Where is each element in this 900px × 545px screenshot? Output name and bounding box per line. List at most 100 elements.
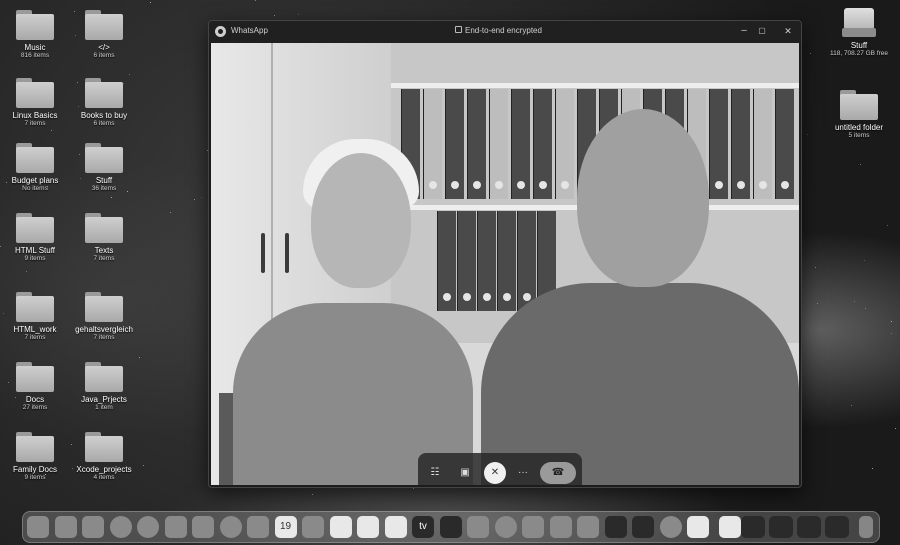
- numbers-icon[interactable]: [549, 516, 572, 538]
- desktop-icon-code[interactable]: </> 6 items: [69, 10, 139, 60]
- desktop-icon-docs[interactable]: Docs 27 items: [0, 362, 70, 412]
- desktop-icon-html-stuff[interactable]: HTML Stuff 9 items: [0, 213, 70, 263]
- launchpad-icon[interactable]: [54, 516, 77, 538]
- trash-app-thumb[interactable]: [719, 516, 741, 538]
- desktop-icon-books-to-buy[interactable]: Books to buy 6 items: [69, 78, 139, 128]
- desktop-icon-count: 4 items: [93, 474, 115, 481]
- apple-tv-icon[interactable]: tv: [412, 516, 434, 538]
- video-camera-icon[interactable]: ▣: [454, 462, 476, 484]
- desktop-icon-stuff-drive[interactable]: Stuff 118, 708.27 GB free: [818, 8, 900, 58]
- desktop-icon-label: Books to buy: [80, 111, 128, 120]
- photos-icon[interactable]: [192, 516, 214, 538]
- encryption-status: End-to-end encrypted: [455, 26, 542, 35]
- person-right-face: [577, 109, 709, 287]
- minimize-button[interactable]: –: [737, 25, 751, 37]
- binder: [437, 211, 456, 311]
- chatgpt-icon[interactable]: [494, 516, 517, 538]
- binder: [477, 211, 496, 311]
- star: [895, 428, 897, 430]
- cabinet-handle: [261, 233, 265, 273]
- desktop-icon-xcode-projects[interactable]: Xcode_projects 4 items: [69, 432, 139, 482]
- desktop-icon-count: 816 items: [20, 52, 50, 59]
- star: [851, 405, 853, 407]
- desktop-icon-music[interactable]: Music 816 items: [0, 10, 70, 60]
- more-icon[interactable]: ···: [512, 462, 534, 484]
- printer-icon[interactable]: [687, 516, 709, 538]
- star: [200, 196, 202, 198]
- desktop-icon-linux-basics[interactable]: Linux Basics 7 items: [0, 78, 70, 128]
- terminal-icon[interactable]: [604, 516, 627, 538]
- freeform-icon[interactable]: [384, 516, 407, 538]
- desktop-icon-label: gehaltsvergleich: [75, 325, 133, 334]
- dock: 19 tv: [22, 511, 880, 543]
- star: [51, 129, 53, 131]
- desktop-icon-label: </>: [98, 43, 110, 52]
- preview-icon[interactable]: [577, 516, 599, 538]
- video-feed: ☷ ▣ ✕ ··· ☎: [211, 43, 799, 485]
- desktop-icon-family-docs[interactable]: Family Docs 9 items: [0, 432, 70, 482]
- star: [853, 300, 855, 302]
- desktop-icon-texts[interactable]: Texts 7 items: [69, 213, 139, 263]
- notes-icon[interactable]: [357, 516, 379, 538]
- star: [891, 332, 893, 334]
- vscode-icon[interactable]: [632, 516, 654, 538]
- binder: [517, 211, 536, 311]
- settings-icon[interactable]: [219, 516, 242, 538]
- safari-icon[interactable]: [82, 516, 104, 538]
- app-store-icon[interactable]: [467, 516, 489, 538]
- desktop-icon-gehaltsvergleich[interactable]: gehaltsvergleich 7 items: [69, 292, 139, 342]
- hard-drive-icon: [842, 8, 876, 38]
- whatsapp-call-window[interactable]: WhatsApp End-to-end encrypted – ▢ ✕ ☷ ▣ …: [208, 20, 802, 488]
- binder: [489, 89, 508, 199]
- calendar-icon[interactable]: 19: [274, 516, 297, 538]
- star: [412, 488, 414, 490]
- desktop-icon-count: 9 items: [24, 255, 46, 262]
- participants-icon[interactable]: ☷: [424, 462, 446, 484]
- cabinet-handle: [285, 233, 289, 273]
- end-call-icon[interactable]: ☎: [540, 462, 576, 484]
- desktop-icon-count: 6 items: [93, 120, 115, 127]
- binder: [775, 89, 794, 199]
- whatsapp-icon[interactable]: [109, 516, 132, 538]
- desktop-icon-stuff[interactable]: Stuff 36 items: [69, 143, 139, 193]
- desktop-icon-count: 5 items: [848, 132, 870, 139]
- desktop-icon-label: Xcode_projects: [76, 465, 132, 474]
- desktop-icon-html-work[interactable]: HTML_work 7 items: [0, 292, 70, 342]
- desktop-icon-java-projects[interactable]: Java_Prjects 1 item: [69, 362, 139, 412]
- desktop-icon-budget-plans[interactable]: Budget plans No items: [0, 143, 70, 193]
- folder-icon: [16, 213, 54, 243]
- window-titlebar[interactable]: WhatsApp End-to-end encrypted – ▢ ✕: [209, 21, 801, 43]
- binder: [511, 89, 530, 199]
- desktop-icon-label: Stuff: [95, 176, 113, 185]
- desktop-icon-count: 27 items: [22, 404, 48, 411]
- close-button[interactable]: ✕: [781, 25, 795, 37]
- star: [143, 464, 145, 466]
- desktop-icon-count: 7 items: [93, 334, 115, 341]
- desktop-icon-untitled-folder[interactable]: untitled folder 5 items: [824, 90, 894, 140]
- desktop-icon-label: HTML Stuff: [14, 246, 55, 255]
- maps-icon[interactable]: [164, 516, 187, 538]
- desktop-icon-label: HTML_work: [13, 325, 57, 334]
- minimized-window-thumb[interactable]: [797, 516, 821, 538]
- desktop-icon-label: untitled folder: [834, 123, 884, 132]
- pencil-icon[interactable]: [522, 516, 544, 538]
- messages-icon[interactable]: [137, 516, 159, 538]
- trash-icon[interactable]: [859, 516, 873, 538]
- finder-icon[interactable]: [27, 516, 49, 538]
- blank-app-icon[interactable]: [302, 516, 324, 538]
- music-icon[interactable]: [439, 516, 462, 538]
- minimized-window-thumb[interactable]: [741, 516, 765, 538]
- spotify-icon[interactable]: [659, 516, 682, 538]
- folder-icon: [85, 10, 123, 40]
- minimized-window-thumb[interactable]: [769, 516, 793, 538]
- maximize-button[interactable]: ▢: [755, 25, 769, 37]
- facetime-icon[interactable]: [247, 516, 269, 538]
- minimized-window-thumb[interactable]: [825, 516, 849, 538]
- microphone-muted-icon[interactable]: ✕: [484, 462, 506, 484]
- folder-icon: [85, 362, 123, 392]
- star: [297, 13, 299, 15]
- app-name: WhatsApp: [231, 26, 268, 35]
- reminders-icon[interactable]: [329, 516, 352, 538]
- star: [806, 133, 808, 135]
- star: [111, 197, 113, 199]
